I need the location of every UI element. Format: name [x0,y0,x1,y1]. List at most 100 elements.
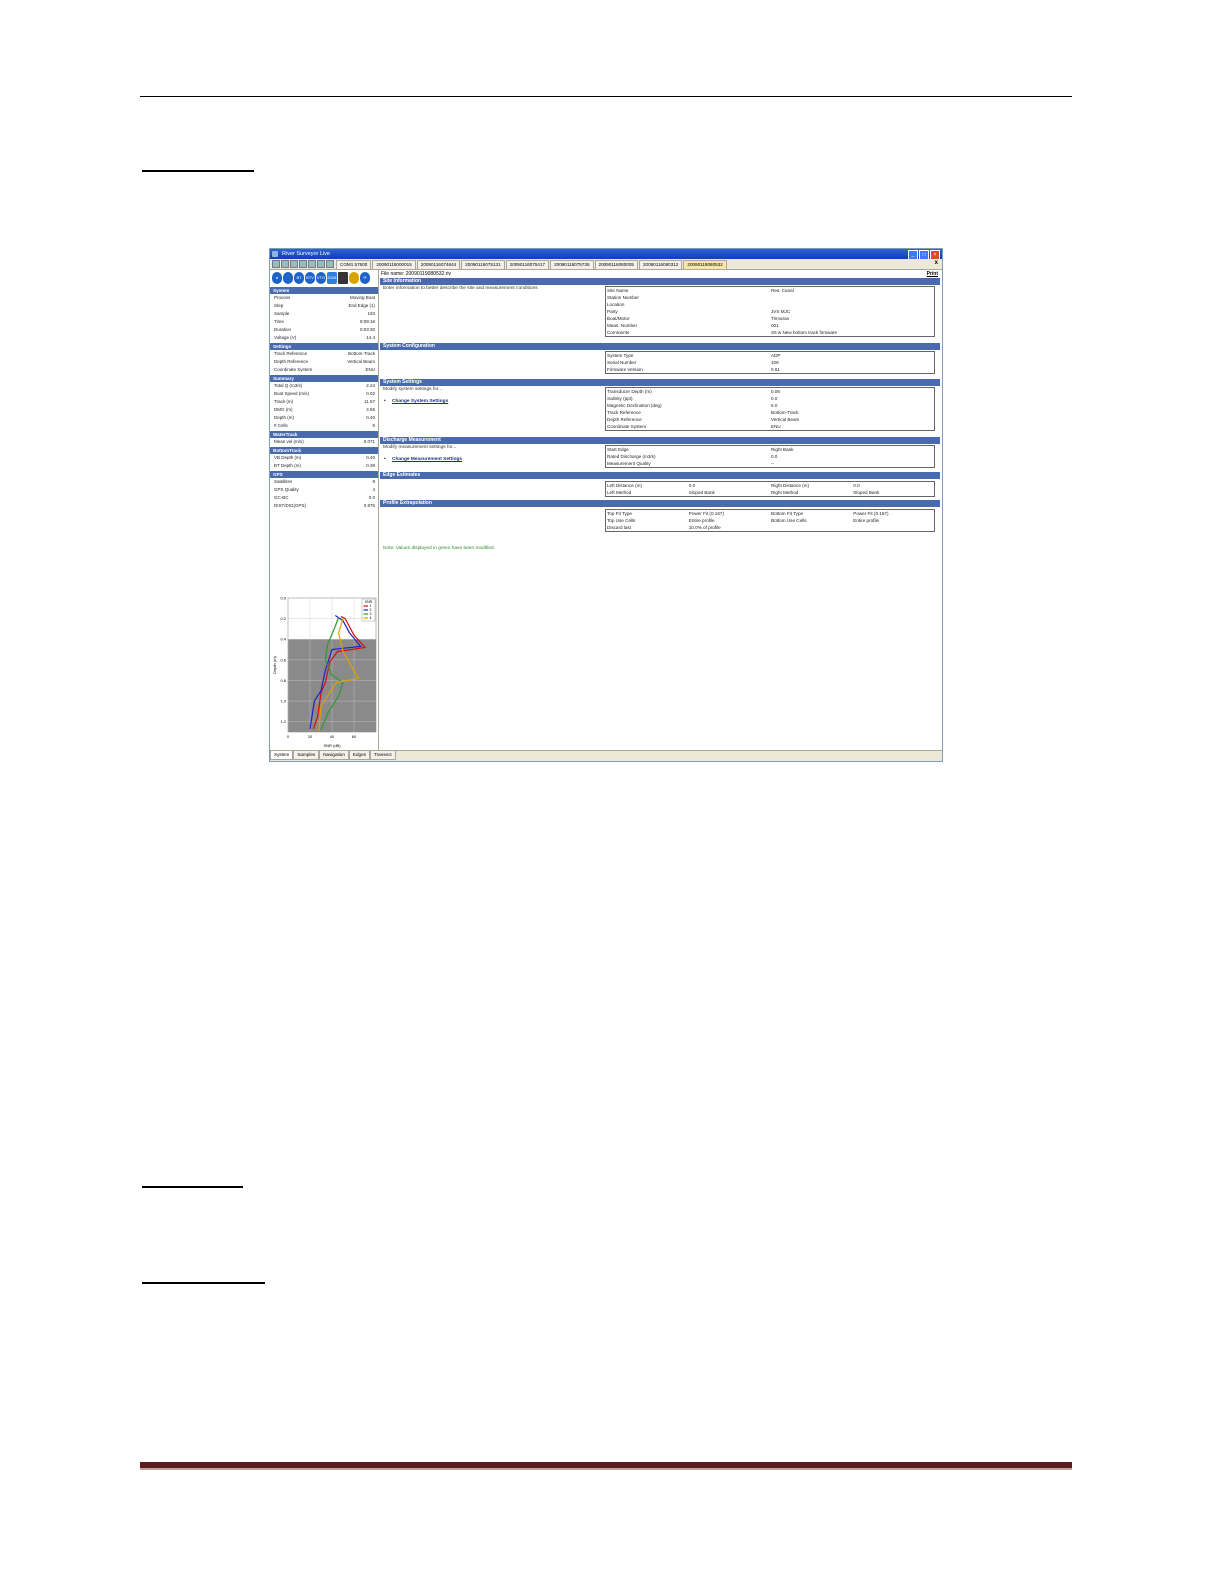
status-row: BT Depth (m) 0.39 [270,462,378,470]
file-tab[interactable]: 20090116075131 [461,259,505,269]
tools-icon[interactable] [290,260,298,268]
field-value: 5.0 [771,403,778,408]
table-row: Boat/Motor Trimaran [606,315,935,322]
field-value: Sloped Bank [853,490,880,495]
field-label: Party [607,309,618,314]
btv-reference-icon[interactable]: BTV [305,272,315,284]
status-label: # Cells [274,423,288,428]
status-label: Voltage (V) [274,335,297,340]
change-system-settings-link[interactable]: Change System Settings [384,399,448,404]
field-label: Transducer Depth (m) [607,389,652,394]
edge-estimates-table: Left Distance (m) 0.0 Right Distance (m) 0.… [605,481,935,497]
field-value: Entire profile [688,518,715,523]
status-label: Duration [274,327,292,332]
edit-icon[interactable] [317,260,325,268]
section-edge-estimates: Edge Estimates [380,472,940,479]
status-value: 0.40 [366,455,375,460]
tab-edges[interactable]: Edges [348,751,370,760]
status-value: 2.24 [366,383,375,388]
settings-icon[interactable] [308,260,316,268]
tab-samples[interactable]: Samples [293,751,320,760]
table-row: Left Distance (m) 0.0 Right Distance (m) 0.… [606,482,935,490]
y-tick-label: 0.6 [280,657,286,662]
status-sections: System Process Moving Boat Step End Edge (1)… [270,287,378,510]
change-measurement-settings-link[interactable]: Change Measurement Settings [384,457,462,462]
help-icon[interactable] [326,260,334,268]
status-section-header: Summary [270,375,378,382]
field-label: Left Method [607,490,632,495]
field-value: -- [771,461,775,466]
file-tab[interactable]: 20090116075417 [505,259,550,269]
window-icon[interactable] [299,260,307,268]
status-iconbar: ʙ BT BTV VTG GGA ⟳ [270,270,378,286]
app-icon [272,251,278,257]
status-row: Boat Speed (m/s) 0.02 [270,390,378,398]
profile-extrapolation-table: Top Fit Type Power Fit (0.167) Bottom Fit … [605,509,935,532]
status-label: VB Depth (m) [274,455,302,460]
status-row: Time 8:09:16 [270,318,378,326]
tab-system[interactable]: System [270,751,294,760]
status-value: Moving Boat [349,295,375,300]
file-tab-active[interactable]: 20090119080532 [683,259,727,269]
status-row: Track Reference Bottom-Track [270,350,378,358]
field-value: ADP [771,353,781,358]
new-file-icon[interactable] [272,260,280,268]
close-tab-button[interactable]: x [935,260,938,266]
file-tab[interactable]: 20090116080312 [638,259,683,269]
refresh-icon[interactable]: ⟳ [360,272,370,284]
heading-underline-3 [142,1282,265,1284]
bluetooth-icon[interactable]: ʙ [272,272,282,284]
x-tick-label: 60 [352,734,357,739]
status-value: 4 [372,487,375,492]
footprint-icon[interactable] [283,272,293,284]
x-tick-label: 20 [308,734,313,739]
y-tick-label: 0.2 [280,616,286,621]
y-axis-label: Depth (m) [272,655,277,673]
field-label: Coordinate System [607,424,647,429]
modified-values-note: Note: Values displayed in green have bee… [383,546,495,551]
heading-underline-2 [142,1186,243,1188]
status-section-header: GPS [270,471,378,478]
status-row: Coordinate System ENU [270,366,378,374]
field-label: Boat/Motor [607,316,630,321]
status-row: Depth (m) 0.40 [270,414,378,422]
open-file-icon[interactable] [281,260,289,268]
tab-transect[interactable]: Transect [369,751,396,760]
status-value: 0:03:30 [359,327,375,332]
field-label: Rated Discharge (m3/s) [607,454,656,459]
file-tab[interactable]: 20090116075736 [550,259,594,269]
status-value: 0.0 [368,495,375,500]
status-label: Track Reference [274,351,308,356]
field-label: Location [607,302,625,307]
status-panel: ʙ BT BTV VTG GGA ⟳ System Process Moving B… [270,270,379,750]
section-discharge-measurement: Discharge Measurement [380,437,940,444]
heading-underline-1 [142,170,254,172]
field-value: 0.0 [853,483,860,488]
field-value: ENU [771,424,781,429]
site-prompt: Enter information to better describe the… [383,286,538,291]
vtg-reference-icon[interactable]: VTG [316,272,326,284]
file-tab[interactable]: COM1 57600 [336,259,372,269]
film-reel-icon[interactable] [338,272,348,284]
status-row: Sample 193 [270,310,378,318]
status-value: 193 [367,311,375,316]
gga-icon[interactable]: GGA [327,272,337,284]
status-value: 11.57 [364,399,375,404]
field-value: 001 [771,323,779,328]
table-row: Firmware Version 0.61 [606,366,935,374]
status-value: 0.975 [363,503,375,508]
status-label: Mean vel (m/s) [274,439,304,444]
section-profile-extrapolation: Profile Extrapolation [380,500,940,507]
tab-navigation[interactable]: Navigation [319,751,349,760]
file-tab[interactable]: 20090116000015 [372,259,416,269]
document-header-rule [140,96,1072,97]
field-label: Serial Number [607,360,637,365]
bt-reference-icon[interactable]: BT [294,272,304,284]
field-label: Site Name [607,288,629,293]
field-label: Top Fit Type [607,511,632,516]
status-value: 14.4 [366,335,375,340]
file-tab[interactable]: 20090116074644 [416,259,461,269]
print-link[interactable]: Print [927,270,938,278]
file-tab[interactable]: 20090116080005 [594,259,638,269]
field-value: Res. Canal [771,288,794,293]
